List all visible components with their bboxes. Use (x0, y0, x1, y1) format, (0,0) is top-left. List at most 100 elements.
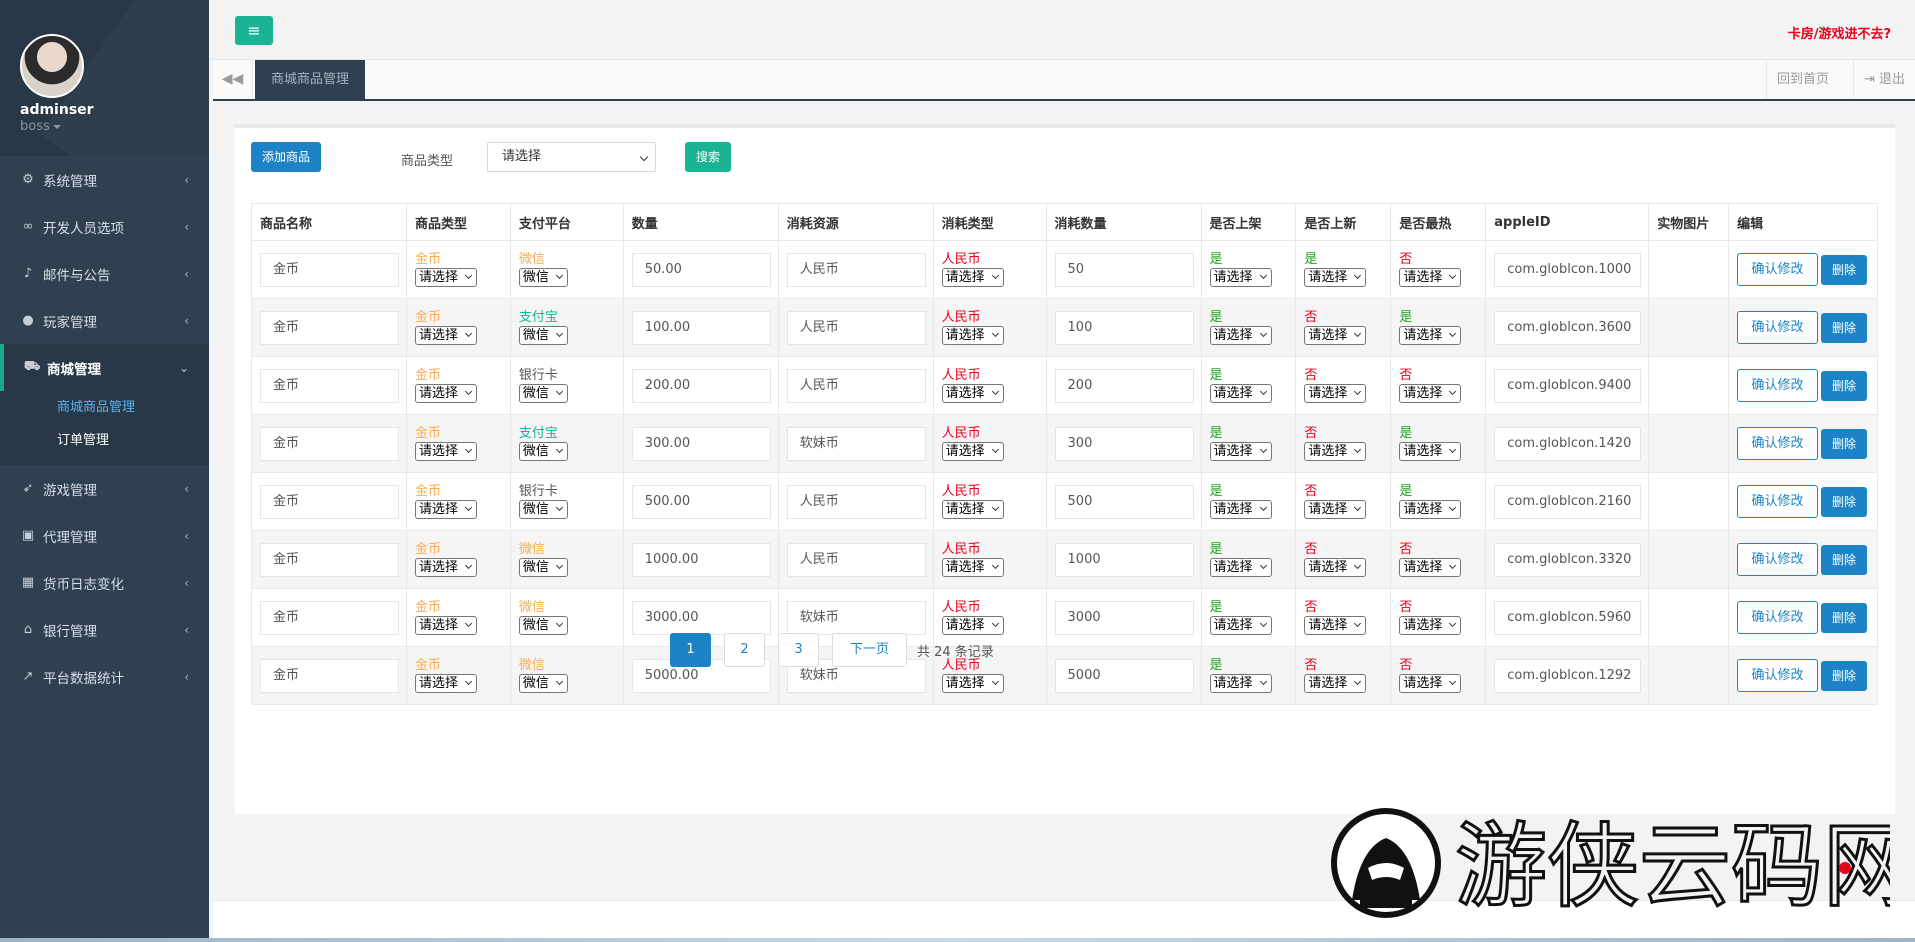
page-1-button[interactable]: 1 (670, 633, 711, 667)
goods-name-input[interactable]: 金币 (260, 426, 399, 461)
sidebar-item-bell[interactable]: ♪ 邮件与公告 ‹ (0, 250, 209, 297)
goods-type-select[interactable]: 请选择 (414, 326, 477, 345)
submenu-item[interactable]: 商城商品管理 (0, 391, 209, 424)
cost-type-select[interactable]: 请选择 (941, 500, 1004, 519)
avatar[interactable] (20, 34, 84, 98)
goods-name-input[interactable]: 金币 (260, 310, 399, 345)
cost-resource-input[interactable]: 人民币 (786, 542, 926, 577)
tab-goods-manage[interactable]: 商城商品管理 (255, 60, 366, 99)
is-hot-select[interactable]: 请选择 (1399, 268, 1462, 287)
goods-type-select[interactable]: 请选择 (414, 500, 477, 519)
cost-amount-input[interactable]: 500 (1054, 484, 1194, 519)
cost-type-select[interactable]: 请选择 (941, 674, 1004, 693)
cost-amount-input[interactable]: 300 (1054, 426, 1194, 461)
is-new-select[interactable]: 请选择 (1304, 384, 1367, 403)
is-new-select[interactable]: 请选择 (1304, 326, 1367, 345)
pay-platform-select[interactable]: 微信 (518, 384, 568, 403)
page-3-button[interactable]: 3 (778, 633, 819, 667)
cost-type-select[interactable]: 请选择 (941, 558, 1004, 577)
cost-type-select[interactable]: 请选择 (941, 384, 1004, 403)
goods-name-input[interactable]: 金币 (260, 542, 399, 577)
cost-resource-input[interactable]: 人民币 (786, 310, 926, 345)
cost-amount-input[interactable]: 5000 (1054, 658, 1194, 693)
goods-type-select[interactable]: 请选择 (414, 442, 477, 461)
delete-button[interactable]: 删除 (1821, 428, 1868, 459)
cost-resource-input[interactable]: 人民币 (786, 368, 926, 403)
on-shelf-select[interactable]: 请选择 (1209, 616, 1272, 635)
cost-amount-input[interactable]: 1000 (1054, 542, 1194, 577)
is-new-select[interactable]: 请选择 (1304, 500, 1367, 519)
goods-type-select[interactable]: 请选择 (414, 268, 477, 287)
confirm-edit-button[interactable]: 确认修改 (1737, 601, 1819, 634)
confirm-edit-button[interactable]: 确认修改 (1737, 369, 1819, 402)
on-shelf-select[interactable]: 请选择 (1209, 500, 1272, 519)
on-shelf-select[interactable]: 请选择 (1209, 558, 1272, 577)
cost-type-select[interactable]: 请选择 (941, 442, 1004, 461)
confirm-edit-button[interactable]: 确认修改 (1737, 485, 1819, 518)
pay-platform-select[interactable]: 微信 (518, 616, 568, 635)
cost-amount-input[interactable]: 200 (1054, 368, 1194, 403)
cost-resource-input[interactable]: 人民币 (786, 484, 926, 519)
on-shelf-select[interactable]: 请选择 (1209, 442, 1272, 461)
confirm-edit-button[interactable]: 确认修改 (1737, 427, 1819, 460)
is-hot-select[interactable]: 请选择 (1399, 384, 1462, 403)
quantity-input[interactable]: 500.00 (631, 484, 771, 519)
confirm-edit-button[interactable]: 确认修改 (1737, 659, 1819, 692)
sidebar-item-calendar[interactable]: ▦ 货币日志变化 ‹ (0, 559, 209, 606)
apple-id-input[interactable]: com.globlcon.3320 (1494, 542, 1642, 577)
is-new-select[interactable]: 请选择 (1304, 442, 1367, 461)
is-hot-select[interactable]: 请选择 (1399, 616, 1462, 635)
goods-type-select[interactable]: 请选择 (414, 384, 477, 403)
is-hot-select[interactable]: 请选择 (1399, 558, 1462, 577)
is-hot-select[interactable]: 请选择 (1399, 674, 1462, 693)
top-help-link[interactable]: 卡房/游戏进不去? (1788, 23, 1891, 42)
cost-resource-input[interactable]: 人民币 (786, 252, 926, 287)
cost-resource-input[interactable]: 软妹币 (786, 426, 926, 461)
logout-button[interactable]: ⇥ 退出 (1852, 60, 1915, 99)
delete-button[interactable]: 删除 (1821, 660, 1868, 691)
quantity-input[interactable]: 300.00 (631, 426, 771, 461)
delete-button[interactable]: 删除 (1821, 370, 1868, 401)
pay-platform-select[interactable]: 微信 (518, 674, 568, 693)
sidebar-item-bank[interactable]: ⌂ 银行管理 ‹ (0, 606, 209, 653)
pay-platform-select[interactable]: 微信 (518, 268, 568, 287)
is-hot-select[interactable]: 请选择 (1399, 500, 1462, 519)
menu-toggle-button[interactable]: ≡ (235, 16, 273, 45)
goods-name-input[interactable]: 金币 (260, 658, 399, 693)
cost-amount-input[interactable]: 3000 (1054, 600, 1194, 635)
pay-platform-select[interactable]: 微信 (518, 558, 568, 577)
on-shelf-select[interactable]: 请选择 (1209, 326, 1272, 345)
cost-amount-input[interactable]: 50 (1054, 252, 1194, 287)
apple-id-input[interactable]: com.globlcon.5960 (1494, 600, 1642, 635)
sidebar-item-lock[interactable]: ▣ 代理管理 ‹ (0, 512, 209, 559)
quantity-input[interactable]: 50.00 (631, 252, 771, 287)
search-button[interactable]: 搜索 (685, 142, 731, 172)
goods-name-input[interactable]: 金币 (260, 252, 399, 287)
on-shelf-select[interactable]: 请选择 (1209, 268, 1272, 287)
goods-type-select[interactable]: 请选择 (414, 616, 477, 635)
home-tab-button[interactable]: 回到首页 (1765, 60, 1839, 99)
add-goods-button[interactable]: 添加商品 (251, 142, 321, 172)
goods-type-select[interactable]: 请选择 (487, 142, 656, 172)
is-hot-select[interactable]: 请选择 (1399, 326, 1462, 345)
is-new-select[interactable]: 请选择 (1304, 558, 1367, 577)
delete-button[interactable]: 删除 (1821, 544, 1868, 575)
cost-type-select[interactable]: 请选择 (941, 326, 1004, 345)
goods-type-select[interactable]: 请选择 (414, 558, 477, 577)
page-2-button[interactable]: 2 (724, 633, 765, 667)
is-hot-select[interactable]: 请选择 (1399, 442, 1462, 461)
pay-platform-select[interactable]: 微信 (518, 326, 568, 345)
is-new-select[interactable]: 请选择 (1304, 616, 1367, 635)
is-new-select[interactable]: 请选择 (1304, 674, 1367, 693)
sidebar-item-gears[interactable]: ⚙ 系统管理 ‹ (0, 156, 209, 203)
next-page-button[interactable]: 下一页 (832, 633, 907, 667)
apple-id-input[interactable]: com.globlcon.2160 (1494, 484, 1642, 519)
delete-button[interactable]: 删除 (1821, 486, 1868, 517)
quantity-input[interactable]: 3000.00 (631, 600, 771, 635)
submenu-item[interactable]: 订单管理 (0, 424, 209, 457)
goods-name-input[interactable]: 金币 (260, 368, 399, 403)
delete-button[interactable]: 删除 (1821, 602, 1868, 633)
goods-type-select[interactable]: 请选择 (414, 674, 477, 693)
pay-platform-select[interactable]: 微信 (518, 442, 568, 461)
sidebar-item-link[interactable]: ∞ 开发人员选项 ‹ (0, 203, 209, 250)
